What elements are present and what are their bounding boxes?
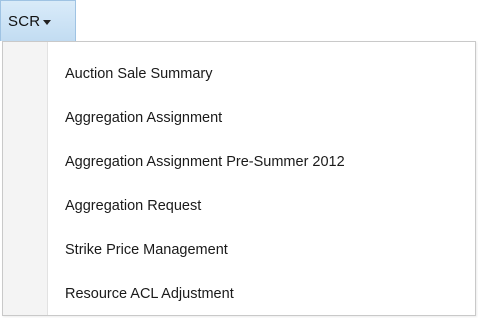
caret-down-icon xyxy=(43,19,52,25)
menu-item-aggregation-assignment[interactable]: Aggregation Assignment xyxy=(3,101,475,135)
menu-item-aggregation-assignment-pre-summer-2012[interactable]: Aggregation Assignment Pre-Summer 2012 xyxy=(3,145,475,179)
scr-menu-label: SCR xyxy=(8,12,41,30)
scr-menu-button[interactable]: SCR xyxy=(0,0,76,41)
menu-item-auction-sale-summary[interactable]: Auction Sale Summary xyxy=(3,57,475,91)
menu-item-strike-price-management[interactable]: Strike Price Management xyxy=(3,233,475,267)
menu-item-resource-acl-adjustment[interactable]: Resource ACL Adjustment xyxy=(3,277,475,311)
menu-item-aggregation-request[interactable]: Aggregation Request xyxy=(3,189,475,223)
scr-dropdown-menu: Auction Sale Summary Aggregation Assignm… xyxy=(2,41,476,316)
scr-menu-container: SCR Auction Sale Summary Aggregation Ass… xyxy=(0,0,478,318)
